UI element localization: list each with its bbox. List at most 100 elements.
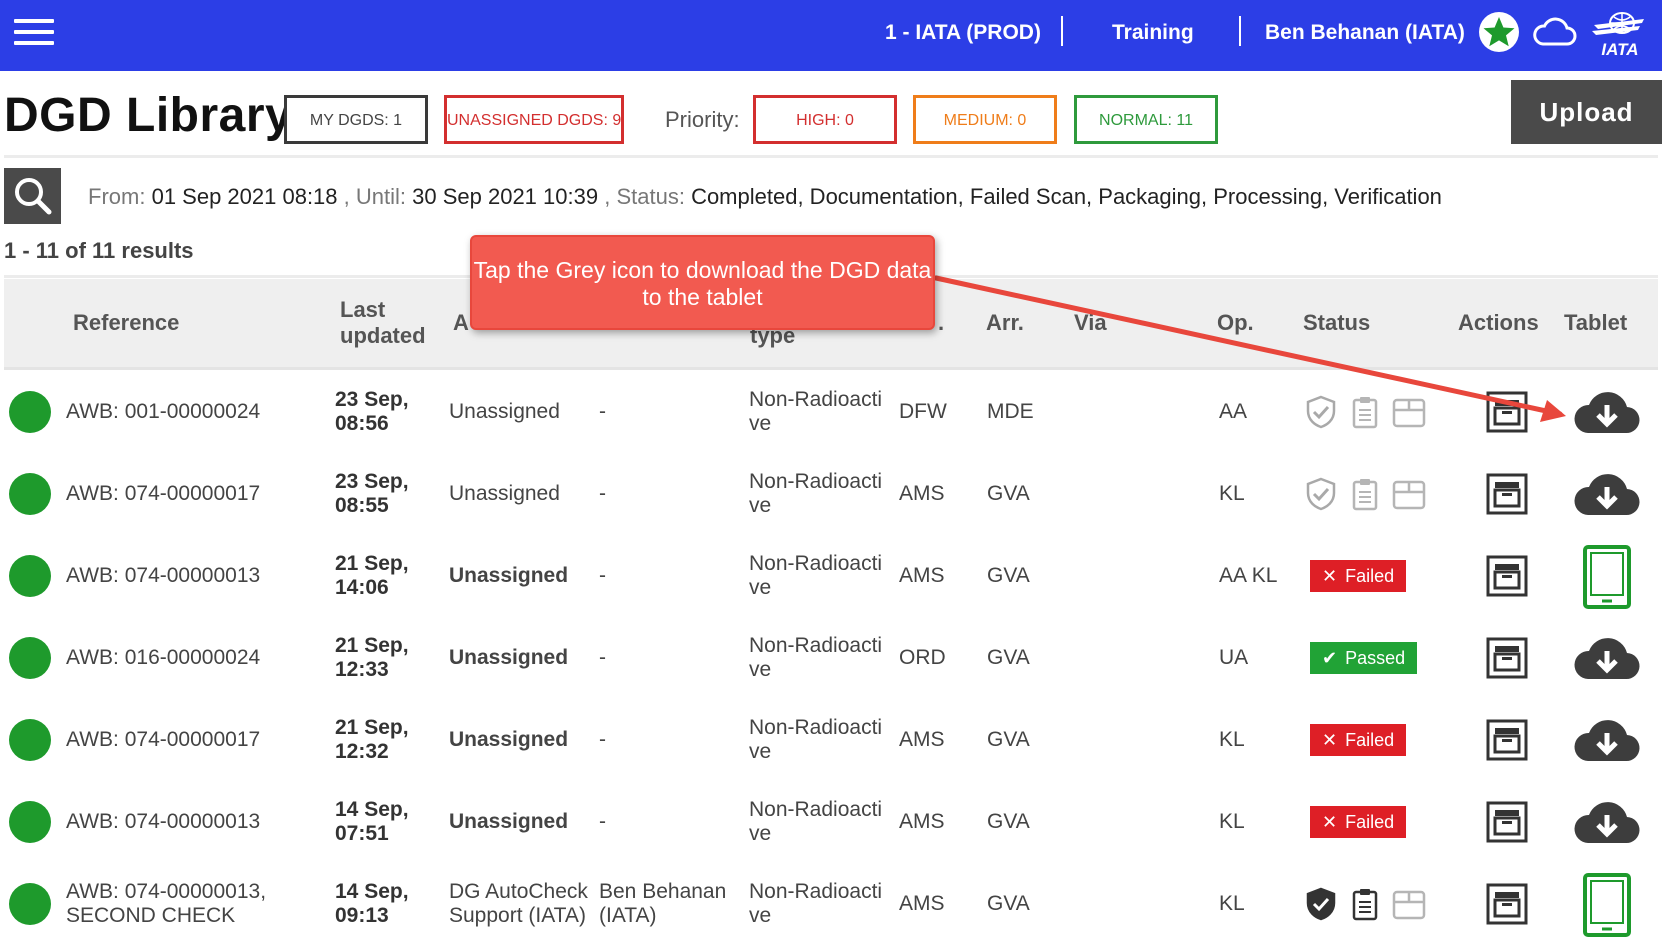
type-line2: ve (749, 904, 772, 927)
tablet-icon[interactable] (1582, 544, 1632, 615)
col-reference[interactable]: Reference (73, 310, 179, 336)
callout-tooltip: Tap the Grey icon to download the DGD da… (470, 235, 935, 330)
reference-line1: AWB: 074-00000013, (66, 880, 267, 903)
reference-cell[interactable]: AWB: 016-00000024 (66, 646, 260, 670)
results-count: 1 - 11 of 11 results (4, 238, 194, 263)
col-via[interactable]: Via (1074, 310, 1107, 336)
col-arr[interactable]: Arr. (986, 310, 1024, 336)
status-failed-badge[interactable]: ✕ Failed (1310, 560, 1407, 592)
cloud-download-icon[interactable] (1572, 389, 1642, 444)
hamburger-menu-icon[interactable] (14, 19, 54, 49)
shield-check-icon (1304, 394, 1338, 435)
table-row[interactable]: AWB: 001-00000024 23 Sep, 08:56 Unassigned -… (4, 371, 1658, 453)
reference-line1: AWB: 074-00000017 (66, 482, 261, 505)
col-op[interactable]: Op. (1217, 310, 1254, 336)
col-last-updated[interactable]: Last updated (340, 297, 426, 349)
col-dep[interactable]: . (938, 310, 944, 336)
priority-normal-filter[interactable]: NORMAL: 11 (1074, 95, 1218, 144)
my-dgds-filter[interactable]: MY DGDS: 1 (284, 95, 428, 144)
priority-label: Priority: (665, 107, 740, 132)
priority-high-filter[interactable]: HIGH: 0 (753, 95, 897, 144)
table-row[interactable]: AWB: 016-00000024 21 Sep, 12:33 Unassigned -… (4, 617, 1658, 699)
agent-cell: - (599, 400, 606, 424)
type-line2: ve (749, 412, 772, 435)
assigned-cell: Unassigned (449, 728, 568, 752)
top-divider (1061, 16, 1063, 46)
updated-time: 07:51 (335, 822, 389, 845)
status-dot (9, 473, 51, 515)
until-value: 30 Sep 2021 10:39 (412, 184, 599, 209)
last-updated-cell: 23 Sep, 08:56 (335, 388, 409, 436)
shield-check-icon (1304, 476, 1338, 517)
unassigned-dgds-filter[interactable]: UNASSIGNED DGDS: 9 (444, 95, 624, 144)
x-icon: ✕ (1322, 566, 1338, 586)
tablet-icon[interactable] (1582, 872, 1632, 943)
archive-icon[interactable] (1485, 554, 1529, 603)
cloud-download-icon[interactable] (1572, 471, 1642, 526)
arr-cell: GVA (987, 728, 1030, 751)
arr-cell: GVA (987, 564, 1030, 587)
priority-medium-filter[interactable]: MEDIUM: 0 (913, 95, 1057, 144)
status-passed-badge[interactable]: ✔ Passed (1310, 642, 1418, 674)
top-divider (1239, 16, 1241, 46)
table-row[interactable]: AWB: 074-00000013 14 Sep, 07:51 Unassigned -… (4, 781, 1658, 863)
iata-logo: IATA (1592, 12, 1644, 57)
type-line1: Non-Radioacti (749, 634, 883, 657)
reference-line2: SECOND CHECK (66, 904, 236, 927)
archive-icon[interactable] (1485, 472, 1529, 521)
last-updated-cell: 14 Sep, 09:13 (335, 880, 409, 928)
col-status[interactable]: Status (1303, 310, 1370, 336)
reference-line1: AWB: 016-00000024 (66, 646, 261, 669)
user-menu[interactable]: Ben Behanan (IATA) (1265, 0, 1465, 67)
op-cell: KL (1219, 482, 1245, 505)
type-cell: Non-Radioacti ve (749, 470, 882, 518)
table-row[interactable]: AWB: 074-00000013 21 Sep, 14:06 Unassigned -… (4, 535, 1658, 617)
reference-cell[interactable]: AWB: 074-00000013, SECOND CHECK (66, 880, 266, 928)
updated-time: 08:56 (335, 412, 389, 435)
table-row[interactable]: AWB: 074-00000013, SECOND CHECK 14 Sep, 09:… (4, 863, 1658, 943)
org-selector[interactable]: 1 - IATA (PROD) (885, 0, 1041, 67)
reference-cell[interactable]: AWB: 074-00000013 (66, 564, 260, 588)
archive-icon[interactable] (1485, 718, 1529, 767)
active-filter-summary[interactable]: From: 01 Sep 2021 08:18 , Until: 30 Sep … (88, 184, 1442, 210)
updated-date: 21 Sep, (335, 716, 409, 739)
updated-date: 21 Sep, (335, 552, 409, 575)
status-dot (9, 391, 51, 433)
type-line1: Non-Radioacti (749, 470, 883, 493)
status-failed-badge[interactable]: ✕ Failed (1310, 806, 1407, 838)
type-line1: Non-Radioacti (749, 716, 883, 739)
upload-button[interactable]: Upload (1511, 80, 1662, 144)
shield-check-icon (1304, 886, 1338, 927)
x-icon: ✕ (1322, 812, 1338, 832)
star-icon[interactable] (1479, 12, 1519, 52)
status-dot (9, 637, 51, 679)
cloud-download-icon[interactable] (1572, 799, 1642, 854)
type-line2: ve (749, 576, 772, 599)
mode-label[interactable]: Training (1112, 0, 1194, 67)
archive-icon[interactable] (1485, 800, 1529, 849)
archive-icon[interactable] (1485, 390, 1529, 439)
updated-date: 23 Sep, (335, 388, 409, 411)
cloud-download-icon[interactable] (1572, 717, 1642, 772)
agent-cell: - (599, 564, 606, 588)
archive-icon[interactable] (1485, 882, 1529, 931)
reference-cell[interactable]: AWB: 074-00000017 (66, 482, 260, 506)
clipboard-icon (1351, 886, 1379, 927)
col-actions: Actions (1458, 310, 1539, 335)
cloud-download-icon[interactable] (1572, 635, 1642, 690)
search-button[interactable] (4, 168, 61, 224)
agent-line1: - (599, 564, 606, 587)
reference-cell[interactable]: AWB: 074-00000017 (66, 728, 260, 752)
col-assigned[interactable]: A (453, 310, 469, 336)
reference-cell[interactable]: AWB: 074-00000013 (66, 810, 260, 834)
type-line1: Non-Radioacti (749, 880, 883, 903)
table-row[interactable]: AWB: 074-00000017 23 Sep, 08:55 Unassigned -… (4, 453, 1658, 535)
table-row[interactable]: AWB: 074-00000017 21 Sep, 12:32 Unassigned -… (4, 699, 1658, 781)
divider (4, 367, 1658, 370)
type-cell: Non-Radioacti ve (749, 716, 882, 764)
archive-icon[interactable] (1485, 636, 1529, 685)
updated-time: 12:33 (335, 658, 389, 681)
status-failed-badge[interactable]: ✕ Failed (1310, 724, 1407, 756)
cloud-icon[interactable] (1531, 14, 1577, 50)
reference-cell[interactable]: AWB: 001-00000024 (66, 400, 260, 424)
